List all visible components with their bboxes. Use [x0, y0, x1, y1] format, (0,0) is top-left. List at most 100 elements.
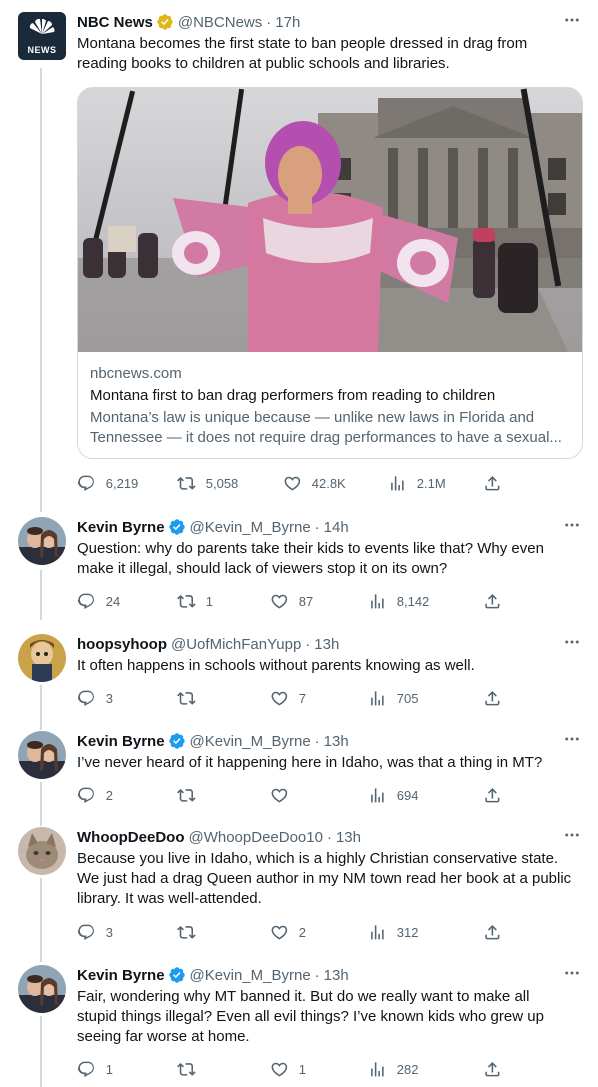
- avatar[interactable]: [18, 517, 66, 565]
- share-icon: [483, 1060, 502, 1079]
- reply-button[interactable]: 3: [77, 922, 113, 942]
- timestamp[interactable]: 14h: [324, 519, 349, 536]
- like-count: 42.8K: [311, 475, 346, 491]
- cat-photo-avatar-icon: [18, 827, 66, 875]
- like-button[interactable]: 87: [270, 591, 313, 611]
- retweet-icon: [177, 592, 196, 611]
- avatar[interactable]: [18, 827, 66, 875]
- retweet-icon: [177, 786, 196, 805]
- author-handle[interactable]: @NBCNews: [178, 14, 262, 31]
- more-options-icon[interactable]: [562, 632, 582, 652]
- views-button[interactable]: 282: [368, 1059, 418, 1079]
- more-options-icon[interactable]: [562, 825, 582, 845]
- author-handle[interactable]: @WhoopDeeDoo10: [188, 829, 322, 846]
- reply-button[interactable]: 6,219: [77, 473, 138, 493]
- author-handle[interactable]: @UofMichFanYupp: [171, 636, 301, 653]
- more-options-icon[interactable]: [562, 10, 582, 30]
- like-icon: [270, 923, 289, 942]
- retweet-button[interactable]: 1: [177, 591, 213, 611]
- reply-button[interactable]: 3: [77, 688, 113, 708]
- views-button[interactable]: 694: [368, 785, 418, 805]
- author-handle[interactable]: @Kevin_M_Byrne: [190, 519, 311, 536]
- tweet-header: hoopsyhoop @UofMichFanYupp · 13h: [77, 634, 582, 654]
- timestamp[interactable]: 13h: [336, 829, 361, 846]
- share-button[interactable]: [483, 922, 502, 942]
- tweet-text: It often happens in schools without pare…: [77, 657, 475, 674]
- avatar[interactable]: [18, 634, 66, 682]
- retweet-button[interactable]: [177, 688, 206, 708]
- reply-button[interactable]: 1: [77, 1059, 113, 1079]
- tweet-text: Because you live in Idaho, which is a hi…: [77, 850, 572, 907]
- timestamp[interactable]: 13h: [324, 733, 349, 750]
- retweet-button[interactable]: 5,058: [177, 473, 238, 493]
- verified-blue-icon: [168, 966, 186, 984]
- thread-line: [40, 685, 42, 730]
- author-name[interactable]: Kevin Byrne: [77, 967, 165, 984]
- share-button[interactable]: [483, 785, 502, 805]
- like-button[interactable]: 42.8K: [283, 473, 346, 493]
- views-button[interactable]: 312: [368, 922, 418, 942]
- views-count: 282: [396, 1061, 419, 1077]
- views-count: 694: [396, 787, 419, 803]
- views-count: 705: [396, 690, 419, 706]
- link-preview-card[interactable]: nbcnews.com Montana first to ban drag pe…: [77, 87, 583, 459]
- views-button[interactable]: 2.1M: [388, 473, 446, 493]
- tweet-header: Kevin Byrne @Kevin_M_Byrne · 14h: [77, 517, 582, 537]
- views-count: 312: [396, 924, 419, 940]
- author-name[interactable]: WhoopDeeDoo: [77, 829, 184, 846]
- author-name[interactable]: Kevin Byrne: [77, 733, 165, 750]
- reply-count: 3: [105, 690, 113, 706]
- views-icon: [368, 786, 387, 805]
- author-handle[interactable]: @Kevin_M_Byrne: [190, 967, 311, 984]
- views-count: 2.1M: [416, 475, 446, 491]
- retweet-icon: [177, 474, 196, 493]
- reply-button[interactable]: 24: [77, 591, 120, 611]
- timestamp[interactable]: 17h: [275, 14, 300, 31]
- timestamp[interactable]: 13h: [324, 967, 349, 984]
- more-options-icon[interactable]: [562, 963, 582, 983]
- more-options-icon[interactable]: [562, 515, 582, 535]
- timestamp[interactable]: 13h: [314, 636, 339, 653]
- retweet-button[interactable]: [177, 1059, 206, 1079]
- share-button[interactable]: [483, 591, 502, 611]
- like-button[interactable]: [270, 785, 299, 805]
- separator-dot: ·: [314, 966, 320, 984]
- tweet-actions: 6,219 5,058 42.8K 2.1M: [77, 473, 508, 493]
- views-button[interactable]: 8,142: [368, 591, 429, 611]
- card-domain: nbcnews.com: [90, 365, 182, 382]
- avatar[interactable]: [18, 965, 66, 1013]
- more-options-icon[interactable]: [562, 729, 582, 749]
- article-photo: [78, 88, 582, 352]
- author-name[interactable]: Kevin Byrne: [77, 519, 165, 536]
- retweet-icon: [177, 689, 196, 708]
- couple-photo-avatar-icon: [18, 731, 66, 779]
- retweet-button[interactable]: [177, 785, 206, 805]
- reply-button[interactable]: 2: [77, 785, 113, 805]
- views-button[interactable]: 705: [368, 688, 418, 708]
- tweet-actions: 2 694: [77, 785, 508, 805]
- reply-count: 2: [105, 787, 113, 803]
- views-icon: [368, 592, 387, 611]
- share-button[interactable]: [483, 1059, 502, 1079]
- views-icon: [368, 1060, 387, 1079]
- avatar[interactable]: [18, 731, 66, 779]
- separator-dot: ·: [266, 13, 272, 31]
- avatar[interactable]: NEWS: [18, 12, 66, 60]
- share-button[interactable]: [483, 688, 502, 708]
- retweet-button[interactable]: [177, 922, 206, 942]
- like-button[interactable]: 7: [270, 688, 306, 708]
- nbc-logo-text: NEWS: [27, 45, 57, 55]
- views-icon: [388, 474, 407, 493]
- separator-dot: ·: [326, 828, 332, 846]
- share-button[interactable]: [483, 473, 502, 493]
- like-icon: [283, 474, 302, 493]
- verified-gold-icon: [156, 13, 174, 31]
- like-button[interactable]: 2: [270, 922, 306, 942]
- tweet-actions: 3 2 312: [77, 922, 508, 942]
- reply-icon: [77, 786, 96, 805]
- author-name[interactable]: hoopsyhoop: [77, 636, 167, 653]
- author-handle[interactable]: @Kevin_M_Byrne: [190, 733, 311, 750]
- tweet-actions: 1 1 282: [77, 1059, 508, 1079]
- like-button[interactable]: 1: [270, 1059, 306, 1079]
- author-name[interactable]: NBC News: [77, 14, 153, 31]
